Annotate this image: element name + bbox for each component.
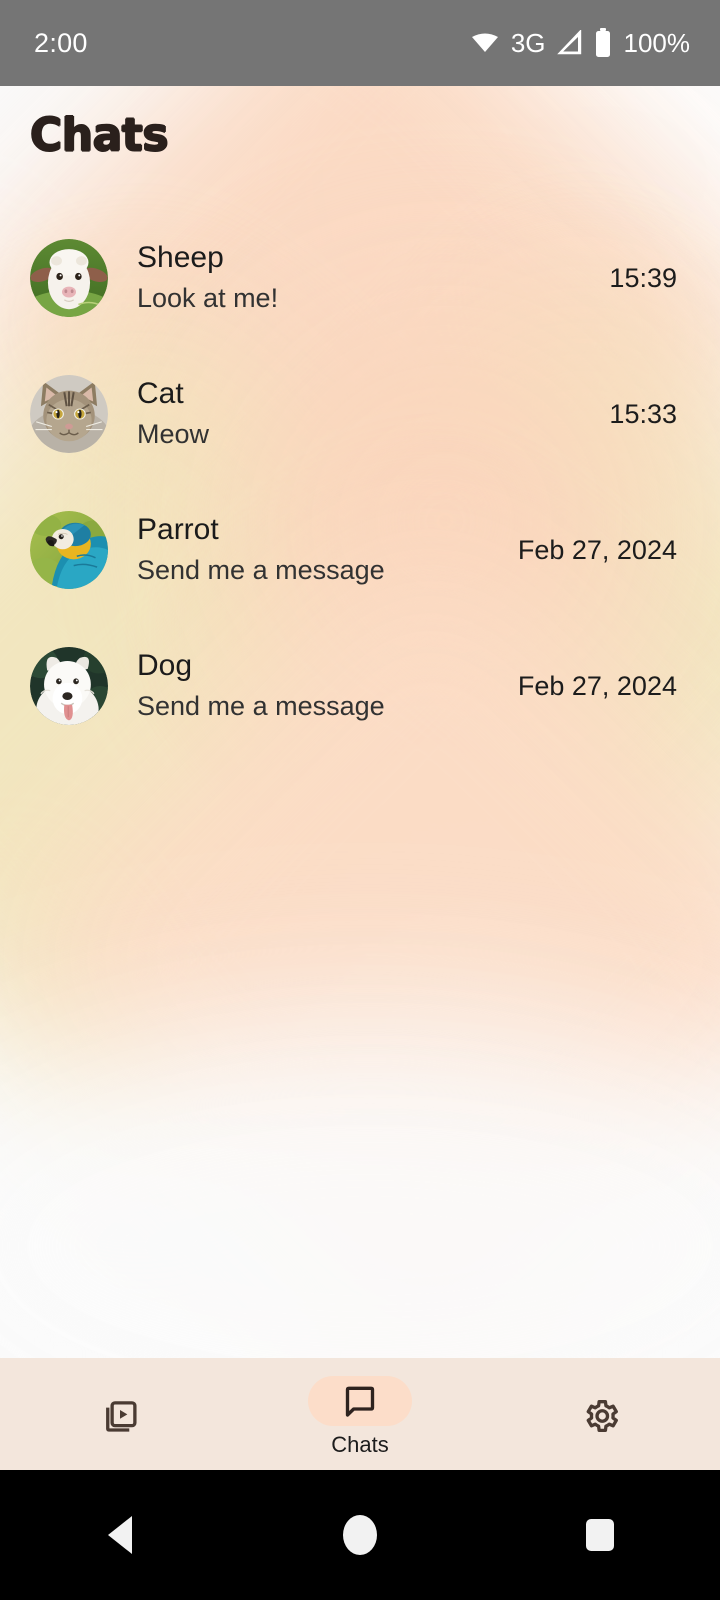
cat-avatar[interactable]: [30, 375, 108, 453]
cellular-signal-icon: [556, 30, 583, 56]
nav-icon-pill-stories: [68, 1391, 172, 1441]
chat-timestamp: Feb 27, 2024: [517, 534, 677, 565]
nav-item-stories[interactable]: Stories: [0, 1358, 240, 1470]
chat-preview: Send me a message: [137, 691, 385, 722]
chat-name: Parrot: [137, 512, 219, 546]
chat-item-text: Sheep Look at me!: [108, 240, 597, 317]
chat-name: Dog: [137, 648, 193, 682]
status-bar-indicators: 3G 100%: [470, 28, 690, 59]
nav-label-chats: Chats: [331, 1432, 389, 1457]
recents-square-icon: [586, 1519, 614, 1551]
back-button[interactable]: [65, 1480, 175, 1590]
chat-timestamp: Feb 27, 2024: [517, 670, 677, 701]
page-title: Chats: [30, 108, 169, 163]
chat-timestamp: 15:39: [609, 262, 677, 293]
dog-avatar[interactable]: [30, 647, 108, 725]
nav-icon-pill-settings: [548, 1391, 652, 1441]
status-bar-clock: 2:00: [34, 27, 88, 58]
chat-list-item-cat[interactable]: Cat Meow 15:33: [0, 346, 720, 482]
chat-list-item-parrot[interactable]: Parrot Send me a message Feb 27, 2024: [0, 482, 720, 618]
wifi-icon: [470, 31, 500, 55]
parrot-avatar[interactable]: [30, 511, 108, 589]
chat-item-text: Dog Send me a message: [108, 648, 506, 725]
chat-item-text: Cat Meow: [108, 376, 597, 453]
chat-name: Cat: [137, 376, 184, 410]
home-circle-icon: [343, 1515, 377, 1555]
chat-list-item-dog[interactable]: Dog Send me a message Feb 27, 2024: [0, 618, 720, 754]
chat-preview: Send me a message: [137, 555, 385, 586]
battery-icon: [594, 28, 612, 58]
background-blob-white-bottom: [0, 1016, 720, 1358]
back-triangle-icon: [108, 1516, 132, 1554]
bottom-navigation-bar: Stories Chats Setti: [0, 1358, 720, 1470]
chat-item-text: Parrot Send me a message: [108, 512, 506, 589]
video-library-icon: [99, 1395, 141, 1437]
android-system-navigation-bar: [0, 1470, 720, 1600]
chat-bubble-icon: [340, 1381, 380, 1421]
gear-icon: [579, 1395, 621, 1437]
battery-percent-label: 100%: [623, 27, 691, 58]
nav-item-settings[interactable]: Settings: [480, 1358, 720, 1470]
nav-icon-pill-chats: [308, 1376, 412, 1426]
recents-button[interactable]: [545, 1480, 655, 1590]
nav-item-chats[interactable]: Chats: [240, 1358, 480, 1470]
home-button[interactable]: [305, 1480, 415, 1590]
chat-preview: Look at me!: [137, 283, 279, 314]
chat-name: Sheep: [137, 240, 224, 274]
chat-preview: Meow: [137, 419, 210, 450]
chat-list-item-sheep[interactable]: Sheep Look at me! 15:39: [0, 210, 720, 346]
network-type-label: 3G: [510, 27, 546, 58]
chat-timestamp: 15:33: [609, 398, 677, 429]
sheep-avatar[interactable]: [30, 239, 108, 317]
status-bar: 2:00 3G 100%: [0, 0, 720, 86]
chat-list: Sheep Look at me! 15:39 Cat Meow 15:33 P…: [0, 210, 720, 754]
phone-screen: 2:00 3G 100% Chats Sheep Look at me! 15:…: [0, 0, 720, 1600]
